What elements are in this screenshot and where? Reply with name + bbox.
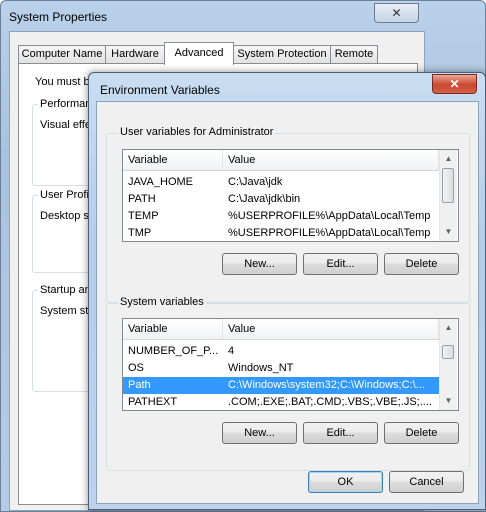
value-cell: %USERPROFILE%\AppData\Local\Temp (228, 210, 431, 222)
variable-cell: PATHEXT (128, 396, 178, 408)
table-row[interactable]: OS Windows_NT (123, 360, 439, 377)
column-header-variable[interactable]: Variable (123, 150, 223, 170)
table-row[interactable]: JAVA_HOME C:\Java\jdk (123, 174, 439, 191)
system-variables-list[interactable]: Variable Value NUMBER_OF_P... 4 OS Windo… (122, 318, 459, 411)
variable-cell: NUMBER_OF_P... (128, 345, 219, 357)
scroll-up-icon[interactable]: ▲ (440, 150, 457, 167)
variable-cell: JAVA_HOME (128, 176, 193, 188)
tab-advanced[interactable]: Advanced (164, 42, 234, 65)
table-row[interactable]: PATH C:\Java\jdk\bin (123, 191, 439, 208)
value-cell: .COM;.EXE;.BAT;.CMD;.VBS;.VBE;.JS;.... (228, 396, 432, 408)
variable-cell: PATH (128, 193, 156, 205)
variable-cell: TEMP (128, 210, 159, 222)
dialog-client: User variables for Administrator Variabl… (96, 101, 479, 504)
value-cell: 4 (228, 345, 235, 357)
value-cell: %USERPROFILE%\AppData\Local\Temp (228, 227, 431, 239)
close-icon: ✕ (391, 6, 402, 20)
value-cell: Windows_NT (228, 362, 294, 374)
user-profiles-desc: Desktop se (40, 210, 96, 222)
variable-cell: TMP (128, 227, 152, 239)
scroll-up-icon[interactable]: ▲ (440, 319, 457, 336)
system-variables-scrollbar[interactable]: ▲ ▼ (439, 319, 457, 410)
tab-computer-name[interactable]: Computer Name (18, 45, 106, 64)
cancel-button[interactable]: Cancel (389, 471, 464, 493)
table-row-selected[interactable]: Path C:\Windows\system32;C:\Windows;C:\.… (123, 377, 439, 394)
table-row[interactable]: NUMBER_OF_P... 4 (123, 343, 439, 360)
variable-cell: OS (128, 362, 144, 374)
dialog-title: Environment Variables (100, 83, 220, 97)
environment-variables-dialog: Environment Variables ✕ User variables f… (88, 72, 486, 510)
user-edit-button[interactable]: Edit... (303, 253, 378, 275)
system-variables-header: Variable Value (123, 319, 439, 340)
system-properties-title: System Properties (9, 10, 108, 24)
close-icon: ✕ (449, 77, 460, 91)
user-variables-header: Variable Value (123, 150, 439, 171)
scroll-thumb[interactable] (442, 168, 454, 203)
admin-notice-text: You must be (35, 76, 96, 88)
variable-cell: Path (128, 379, 151, 391)
user-variables-scrollbar[interactable]: ▲ ▼ (439, 150, 457, 241)
table-row[interactable]: TEMP %USERPROFILE%\AppData\Local\Temp (123, 208, 439, 225)
table-row[interactable]: TMP %USERPROFILE%\AppData\Local\Temp (123, 225, 439, 241)
value-cell: C:\Java\jdk\bin (228, 193, 301, 205)
system-variables-label: System variables (118, 296, 206, 308)
scroll-down-icon[interactable]: ▼ (440, 223, 457, 240)
scroll-thumb[interactable] (442, 345, 454, 359)
system-new-button[interactable]: New... (222, 422, 297, 444)
user-delete-button[interactable]: Delete (384, 253, 459, 275)
system-delete-button[interactable]: Delete (384, 422, 459, 444)
user-variables-label: User variables for Administrator (118, 126, 276, 138)
column-header-value[interactable]: Value (223, 319, 439, 339)
ok-button[interactable]: OK (308, 471, 383, 493)
user-new-button[interactable]: New... (222, 253, 297, 275)
user-variables-list[interactable]: Variable Value JAVA_HOME C:\Java\jdk PAT… (122, 149, 459, 242)
tab-system-protection[interactable]: System Protection (233, 45, 331, 64)
column-header-variable[interactable]: Variable (123, 319, 223, 339)
value-cell: C:\Java\jdk (228, 176, 283, 188)
system-edit-button[interactable]: Edit... (303, 422, 378, 444)
scroll-down-icon[interactable]: ▼ (440, 392, 457, 409)
value-cell: C:\Windows\system32;C:\Windows;C:\... (228, 379, 425, 391)
tab-hardware[interactable]: Hardware (105, 45, 165, 64)
table-row[interactable]: PATHEXT .COM;.EXE;.BAT;.CMD;.VBS;.VBE;.J… (123, 394, 439, 410)
system-properties-close-button[interactable]: ✕ (374, 3, 419, 23)
tab-remote[interactable]: Remote (330, 45, 378, 64)
dialog-close-button[interactable]: ✕ (432, 74, 477, 94)
column-header-value[interactable]: Value (223, 150, 439, 170)
